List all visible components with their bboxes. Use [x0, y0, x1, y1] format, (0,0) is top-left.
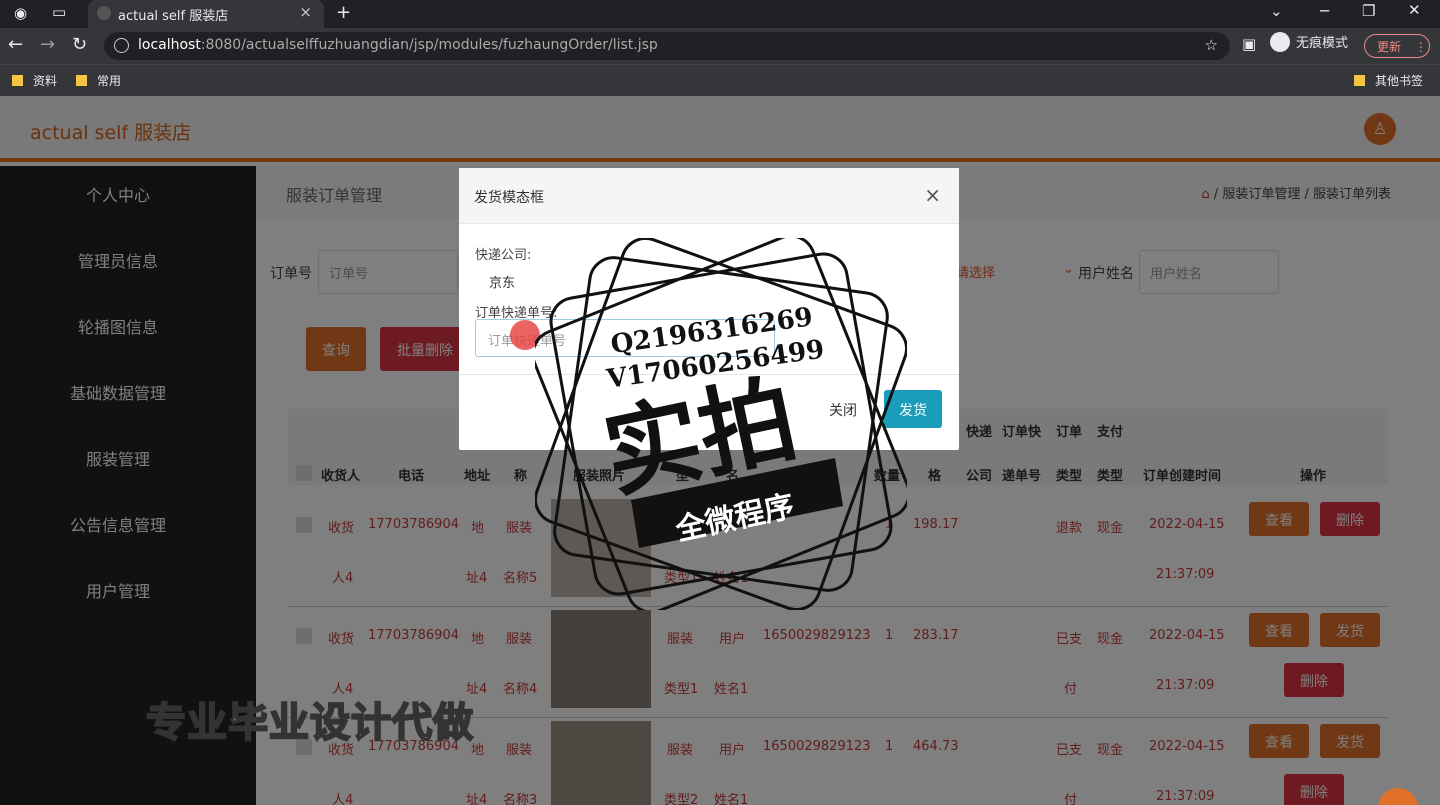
incognito-icon [1270, 32, 1290, 52]
tab-search-icon[interactable]: ⌄ [1270, 2, 1283, 20]
side-panel-icon[interactable]: ▣ [1242, 35, 1256, 53]
folder-icon [1354, 75, 1365, 86]
bookmark-folder[interactable]: 常用 [76, 72, 121, 89]
watermark-bottom-text: 专业毕业设计代做 [145, 699, 474, 747]
bookmarks-bar: 资料 常用 其他书签 [0, 64, 1440, 96]
reload-icon[interactable]: ↻ [72, 34, 87, 55]
tab-favicon-icon [97, 6, 111, 20]
incognito-badge[interactable]: 无痕模式 [1270, 32, 1348, 52]
window-icon[interactable]: ▭ [52, 3, 66, 21]
courier-label: 快递公司: [475, 248, 532, 263]
site-info-icon[interactable] [114, 38, 129, 53]
modal-title: 发货模态框 [474, 190, 544, 206]
folder-icon [12, 75, 23, 86]
browser-tab-strip: ◉ ▭ actual self 服装店 × + ⌄ ─ ❐ ✕ [0, 0, 1440, 28]
url-bar[interactable]: localhost:8080/actualselffuzhuangdian/js… [104, 32, 1230, 60]
bookmark-folder[interactable]: 资料 [12, 72, 57, 89]
other-bookmarks[interactable]: 其他书签 [1354, 72, 1423, 89]
tab-close-icon[interactable]: × [299, 3, 312, 21]
modal-header: 发货模态框 × [459, 168, 959, 224]
update-button[interactable]: 更新 ⋮ [1364, 34, 1430, 58]
url-text: localhost:8080/actualselffuzhuangdian/js… [138, 37, 658, 53]
restore-icon[interactable]: ❐ [1362, 2, 1375, 20]
globe-icon[interactable]: ◉ [14, 4, 27, 22]
folder-icon [76, 75, 87, 86]
tab-title: actual self 服装店 [118, 9, 229, 24]
modal-close-icon[interactable]: × [924, 183, 941, 207]
browser-tab[interactable]: actual self 服装店 × [88, 0, 324, 28]
back-icon[interactable]: ← [8, 34, 23, 55]
courier-value[interactable]: 京东 [489, 272, 515, 291]
minimize-icon[interactable]: ─ [1320, 2, 1329, 20]
star-icon[interactable]: ☆ [1205, 36, 1218, 54]
forward-icon[interactable]: → [40, 34, 55, 55]
watermark-stamp: Q2196316269 V17060256499 实拍 全微程序 [535, 238, 907, 610]
close-window-icon[interactable]: ✕ [1408, 1, 1421, 19]
address-bar-row: ← → ↻ localhost:8080/actualselffuzhuangd… [0, 28, 1440, 64]
new-tab-icon[interactable]: + [336, 2, 351, 23]
